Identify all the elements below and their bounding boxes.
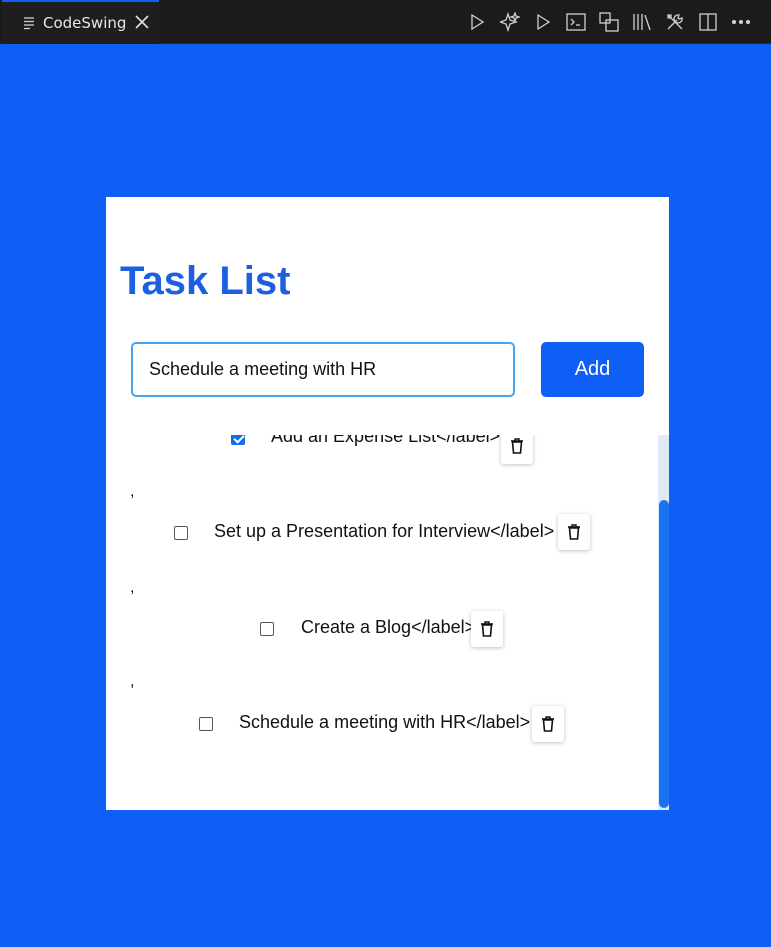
task-list[interactable]: Add an Expense List</label> , Set up a P…: [106, 435, 669, 810]
add-button[interactable]: Add: [541, 342, 644, 397]
close-icon[interactable]: [133, 13, 151, 31]
sparkle-icon[interactable]: [493, 10, 526, 34]
separator-text: ,: [130, 579, 135, 596]
task-label: Schedule a meeting with HR</label>: [239, 712, 531, 732]
layout-icon[interactable]: [592, 10, 625, 34]
editor-tab-bar: CodeSwing: [0, 0, 771, 44]
task-list-card: Task List Add Add an Expense List</label…: [106, 197, 669, 810]
file-lines-icon: [24, 17, 34, 30]
task-label: Create a Blog</label>: [301, 617, 476, 637]
separator-text: ,: [130, 483, 135, 500]
scrollbar-thumb[interactable]: [659, 500, 669, 808]
task-label: Set up a Presentation for Interview</lab…: [214, 521, 555, 541]
terminal-icon[interactable]: [559, 10, 592, 34]
tab-codeswing[interactable]: CodeSwing: [2, 0, 159, 44]
trash-icon: [542, 716, 554, 732]
tools-icon[interactable]: [658, 10, 691, 34]
separator-text: ,: [130, 673, 135, 690]
delete-button[interactable]: [501, 435, 533, 464]
more-icon[interactable]: [724, 10, 757, 34]
page-title: Task List: [120, 259, 291, 303]
editor-actions: [460, 10, 757, 34]
task-checkbox[interactable]: [260, 622, 274, 636]
trash-icon: [481, 621, 493, 637]
tab-title: CodeSwing: [43, 14, 127, 32]
delete-button[interactable]: [471, 611, 503, 647]
split-editor-icon[interactable]: [691, 10, 724, 34]
run-alt-icon[interactable]: [526, 10, 559, 34]
task-label: Add an Expense List</label>: [271, 435, 501, 446]
trash-icon: [511, 438, 523, 454]
task-checkbox[interactable]: [231, 435, 245, 445]
task-checkbox[interactable]: [199, 717, 213, 731]
delete-button[interactable]: [532, 706, 564, 742]
run-icon[interactable]: [460, 10, 493, 34]
library-icon[interactable]: [625, 10, 658, 34]
trash-icon: [568, 524, 580, 540]
task-input[interactable]: [131, 342, 515, 397]
scrollbar[interactable]: [658, 435, 669, 810]
task-checkbox[interactable]: [174, 526, 188, 540]
delete-button[interactable]: [558, 514, 590, 550]
